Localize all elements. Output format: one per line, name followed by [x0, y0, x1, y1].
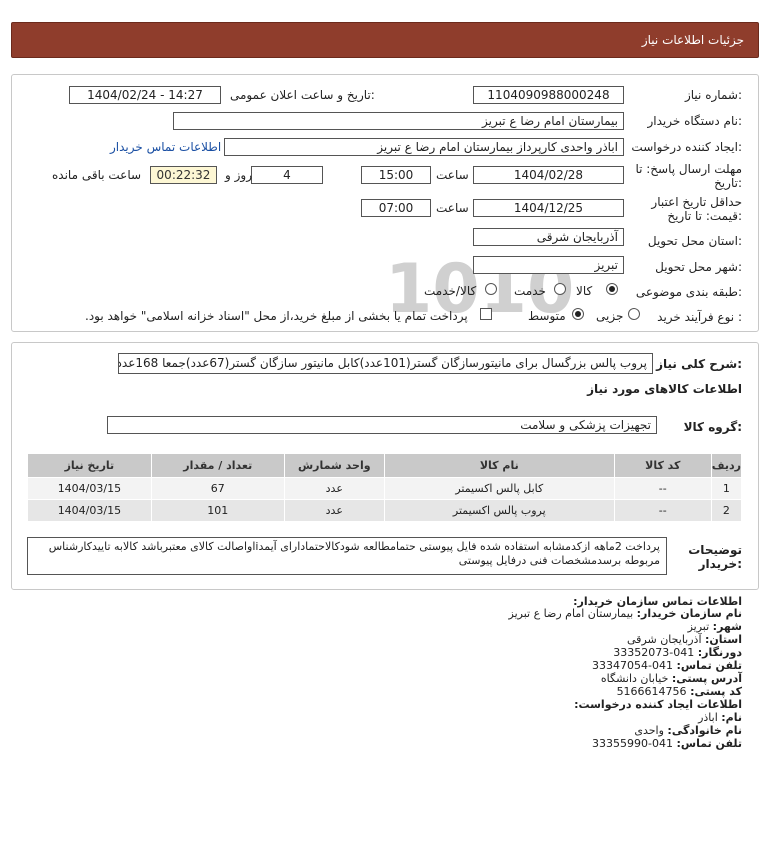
buyer-contact-link[interactable]: اطلاعات تماس خریدار [110, 140, 221, 154]
treasury-checkbox[interactable] [480, 308, 492, 320]
cell-date: 1404/03/15 [27, 499, 152, 522]
notes-label-1: توضیحات [688, 543, 742, 557]
cell-qty: 101 [150, 499, 285, 522]
deadline-label-2: تاریخ: [714, 176, 742, 190]
page-header: جزئیات اطلاعات نیاز [11, 22, 759, 58]
cell-date: 1404/03/15 [27, 477, 152, 500]
process-medium-label: متوسط [528, 309, 566, 323]
validity-time-field: 07:00 [361, 199, 431, 217]
cell-unit: عدد [283, 499, 385, 522]
col-header-code: کد کالا [613, 453, 712, 478]
contact-address: آدرس پستی: خیابان دانشگاه [600, 672, 742, 685]
page-title: جزئیات اطلاعات نیاز [641, 33, 744, 47]
need-number-field: 1104090988000248 [473, 86, 624, 104]
goods-group-field: تجهیزات پزشکی و سلامت [107, 416, 657, 434]
col-header-unit: واحد شمارش [283, 453, 385, 478]
creator-family: نام خانوادگی: واحدی [634, 724, 742, 737]
process-radio-medium[interactable] [572, 308, 584, 320]
validity-date-field: 1404/12/25 [473, 199, 624, 217]
col-header-date: تاریخ نیاز [27, 453, 152, 478]
summary-label: شرح کلی نیاز: [656, 357, 742, 371]
goods-table: ردیف کد کالا نام کالا واحد شمارش تعداد /… [27, 453, 743, 522]
deadline-date-field: 1404/02/28 [473, 166, 624, 184]
summary-field: پروب پالس بزرگسال برای مانیتورسازگان گست… [118, 353, 653, 374]
buyer-label: نام دستگاه خریدار: [647, 114, 743, 128]
city-label: شهر محل تحویل: [655, 260, 742, 274]
contact-org: نام سازمان خریدار: بیمارستان امام رضا ع … [508, 607, 742, 620]
col-header-name: نام کالا [383, 453, 615, 478]
contact-postal: کد پستی: 5166614756 [616, 685, 742, 698]
creator-title: اطلاعات ایجاد کننده درخواست: [574, 698, 742, 711]
cell-unit: عدد [283, 477, 385, 500]
deadline-time-label: ساعت [436, 168, 469, 182]
table-row: 1 -- کابل پالس اکسیمتر عدد 67 1404/03/15 [27, 477, 743, 500]
category-radio-service[interactable] [554, 283, 566, 295]
validity-label-2: قیمت: تا تاریخ: [667, 209, 742, 223]
cell-row: 2 [710, 499, 743, 522]
goods-group-label: گروه کالا: [683, 420, 742, 434]
process-radio-minor[interactable] [628, 308, 640, 320]
city-field: تبریز [473, 256, 624, 274]
category-label: طبقه بندی موضوعی: [635, 285, 742, 299]
goods-section-title: اطلاعات کالاهای مورد نیاز [587, 382, 742, 396]
buyer-notes: پرداخت 2ماهه ازکدمشابه استفاده شده فایل … [27, 537, 667, 575]
treasury-checkbox-label: پرداخت تمام یا بخشی از مبلغ خرید،از محل … [85, 309, 468, 323]
category-radio-goods[interactable] [606, 283, 618, 295]
cell-code: -- [613, 477, 712, 500]
cell-code: -- [613, 499, 712, 522]
announce-field: 1404/02/24 - 14:27 [69, 86, 221, 104]
validity-time-label: ساعت [436, 201, 469, 215]
process-minor-label: جزیی [596, 309, 624, 323]
province-field: آذربایجان شرقی [473, 228, 624, 246]
cell-qty: 67 [150, 477, 285, 500]
days-label: روز و [225, 168, 252, 182]
deadline-time-field: 15:00 [361, 166, 431, 184]
contact-fax: دورنگار: 041-33352073 [613, 646, 742, 659]
process-label: نوع فرآیند خرید : [657, 310, 742, 324]
days-field: 4 [251, 166, 323, 184]
remaining-label: ساعت باقی مانده [52, 168, 142, 182]
contact-city: شهر: تبریز [687, 620, 742, 633]
remaining-time-field: 00:22:32 [150, 166, 217, 184]
creator-name: نام: اباذر [698, 711, 742, 724]
province-label: استان محل تحویل: [647, 234, 742, 248]
category-goods-label: کالا [576, 284, 593, 298]
table-row: 2 -- پروب پالس اکسیمتر عدد 101 1404/03/1… [27, 499, 743, 522]
category-goods-service-label: کالا/خدمت [424, 284, 477, 298]
buyer-field: بیمارستان امام رضا ع تبریز [173, 112, 624, 130]
category-service-label: خدمت [514, 284, 546, 298]
col-header-row: ردیف [710, 453, 743, 478]
deadline-label-1: مهلت ارسال پاسخ: تا [635, 162, 742, 176]
notes-label-2: خریدار: [698, 557, 742, 571]
cell-name: کابل پالس اکسیمتر [383, 477, 615, 500]
validity-label-1: حداقل تاریخ اعتبار [651, 195, 742, 209]
announce-label: تاریخ و ساعت اعلان عمومی: [230, 88, 375, 102]
cell-row: 1 [710, 477, 743, 500]
creator-phone: تلفن تماس: 041-33355990 [592, 737, 742, 750]
creator-label: ایجاد کننده درخواست: [631, 140, 742, 154]
col-header-qty: تعداد / مقدار [150, 453, 285, 478]
need-number-label: شماره نیاز: [684, 88, 742, 102]
contact-phone: تلفن تماس: 041-33347054 [592, 659, 742, 672]
contact-province: استان: آذربایجان شرقی [627, 633, 742, 646]
cell-name: پروب پالس اکسیمتر [383, 499, 615, 522]
creator-field: اباذر واحدی کارپرداز بیمارستان امام رضا … [224, 138, 624, 156]
category-radio-goods-service[interactable] [485, 283, 497, 295]
